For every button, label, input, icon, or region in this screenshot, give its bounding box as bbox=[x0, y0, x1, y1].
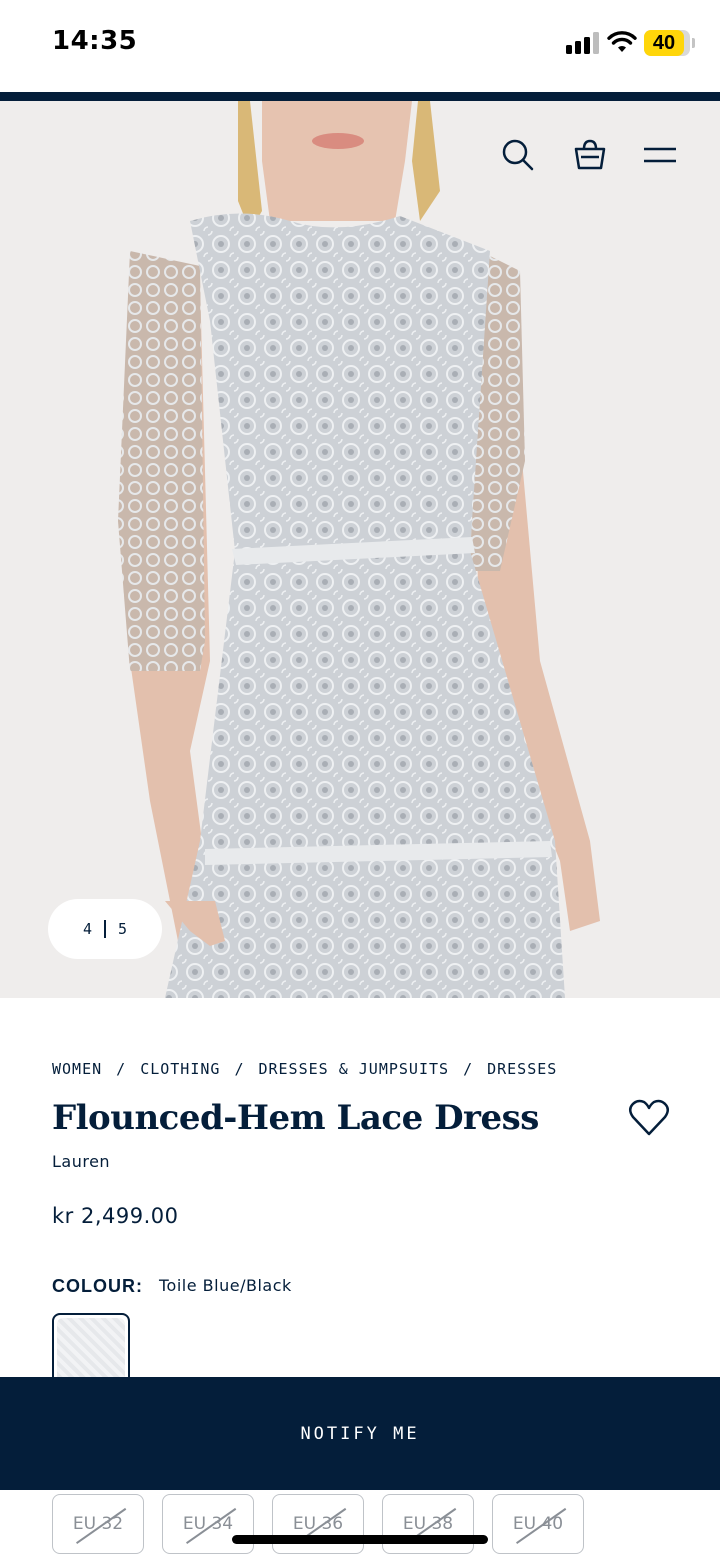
size-label: EU 38 bbox=[402, 1514, 454, 1534]
size-selector: EU 32 EU 34 EU 36 EU 38 EU 40 bbox=[52, 1494, 584, 1554]
breadcrumb-separator: / bbox=[116, 1060, 127, 1078]
breadcrumb-dresses[interactable]: DRESSES bbox=[487, 1060, 557, 1078]
size-option-eu-32[interactable]: EU 32 bbox=[52, 1494, 144, 1554]
product-title: Flounced-Hem Lace Dress bbox=[52, 1098, 539, 1138]
status-time: 14:35 bbox=[52, 26, 138, 56]
size-option-eu-40[interactable]: EU 40 bbox=[492, 1494, 584, 1554]
size-option-eu-34[interactable]: EU 34 bbox=[162, 1494, 254, 1554]
breadcrumb-dresses-jumpsuits[interactable]: DRESSES & JUMPSUITS bbox=[258, 1060, 449, 1078]
size-label: EU 36 bbox=[292, 1514, 344, 1534]
pager-separator bbox=[104, 920, 106, 938]
breadcrumb-separator: / bbox=[463, 1060, 474, 1078]
image-pager: 4 5 bbox=[48, 899, 162, 959]
breadcrumb-clothing[interactable]: CLOTHING bbox=[140, 1060, 220, 1078]
cellular-signal-icon bbox=[566, 32, 600, 54]
breadcrumb-women[interactable]: WOMEN bbox=[52, 1060, 102, 1078]
dress-illustration bbox=[118, 101, 600, 998]
wishlist-heart-icon[interactable] bbox=[628, 1098, 670, 1138]
size-label: EU 32 bbox=[72, 1514, 124, 1534]
notify-me-label: NOTIFY ME bbox=[300, 1423, 420, 1444]
product-price: kr 2,499.00 bbox=[52, 1204, 179, 1228]
breadcrumb-separator: / bbox=[234, 1060, 245, 1078]
search-icon[interactable] bbox=[500, 137, 536, 173]
size-option-eu-38[interactable]: EU 38 bbox=[382, 1494, 474, 1554]
shopping-bag-icon[interactable] bbox=[572, 137, 608, 173]
product-image[interactable] bbox=[0, 101, 720, 998]
home-indicator[interactable] bbox=[232, 1535, 488, 1544]
battery-nub bbox=[692, 38, 695, 48]
breadcrumb: WOMEN / CLOTHING / DRESSES & JUMPSUITS /… bbox=[52, 1060, 557, 1078]
size-label: EU 40 bbox=[512, 1514, 564, 1534]
menu-icon[interactable] bbox=[642, 137, 678, 173]
battery-icon: 40 bbox=[644, 30, 690, 56]
pager-current: 4 bbox=[82, 920, 92, 938]
product-brand[interactable]: Lauren bbox=[52, 1152, 110, 1171]
wifi-icon bbox=[607, 31, 637, 52]
notify-me-button[interactable]: NOTIFY ME bbox=[0, 1377, 720, 1490]
status-bar: 14:35 40 bbox=[0, 0, 720, 92]
size-option-eu-36[interactable]: EU 36 bbox=[272, 1494, 364, 1554]
header-rule bbox=[0, 92, 720, 101]
colour-label: COLOUR: bbox=[52, 1276, 143, 1296]
battery-level: 40 bbox=[652, 32, 676, 54]
size-label: EU 34 bbox=[182, 1514, 234, 1534]
pager-total: 5 bbox=[118, 920, 128, 938]
colour-value: Toile Blue/Black bbox=[159, 1276, 292, 1295]
